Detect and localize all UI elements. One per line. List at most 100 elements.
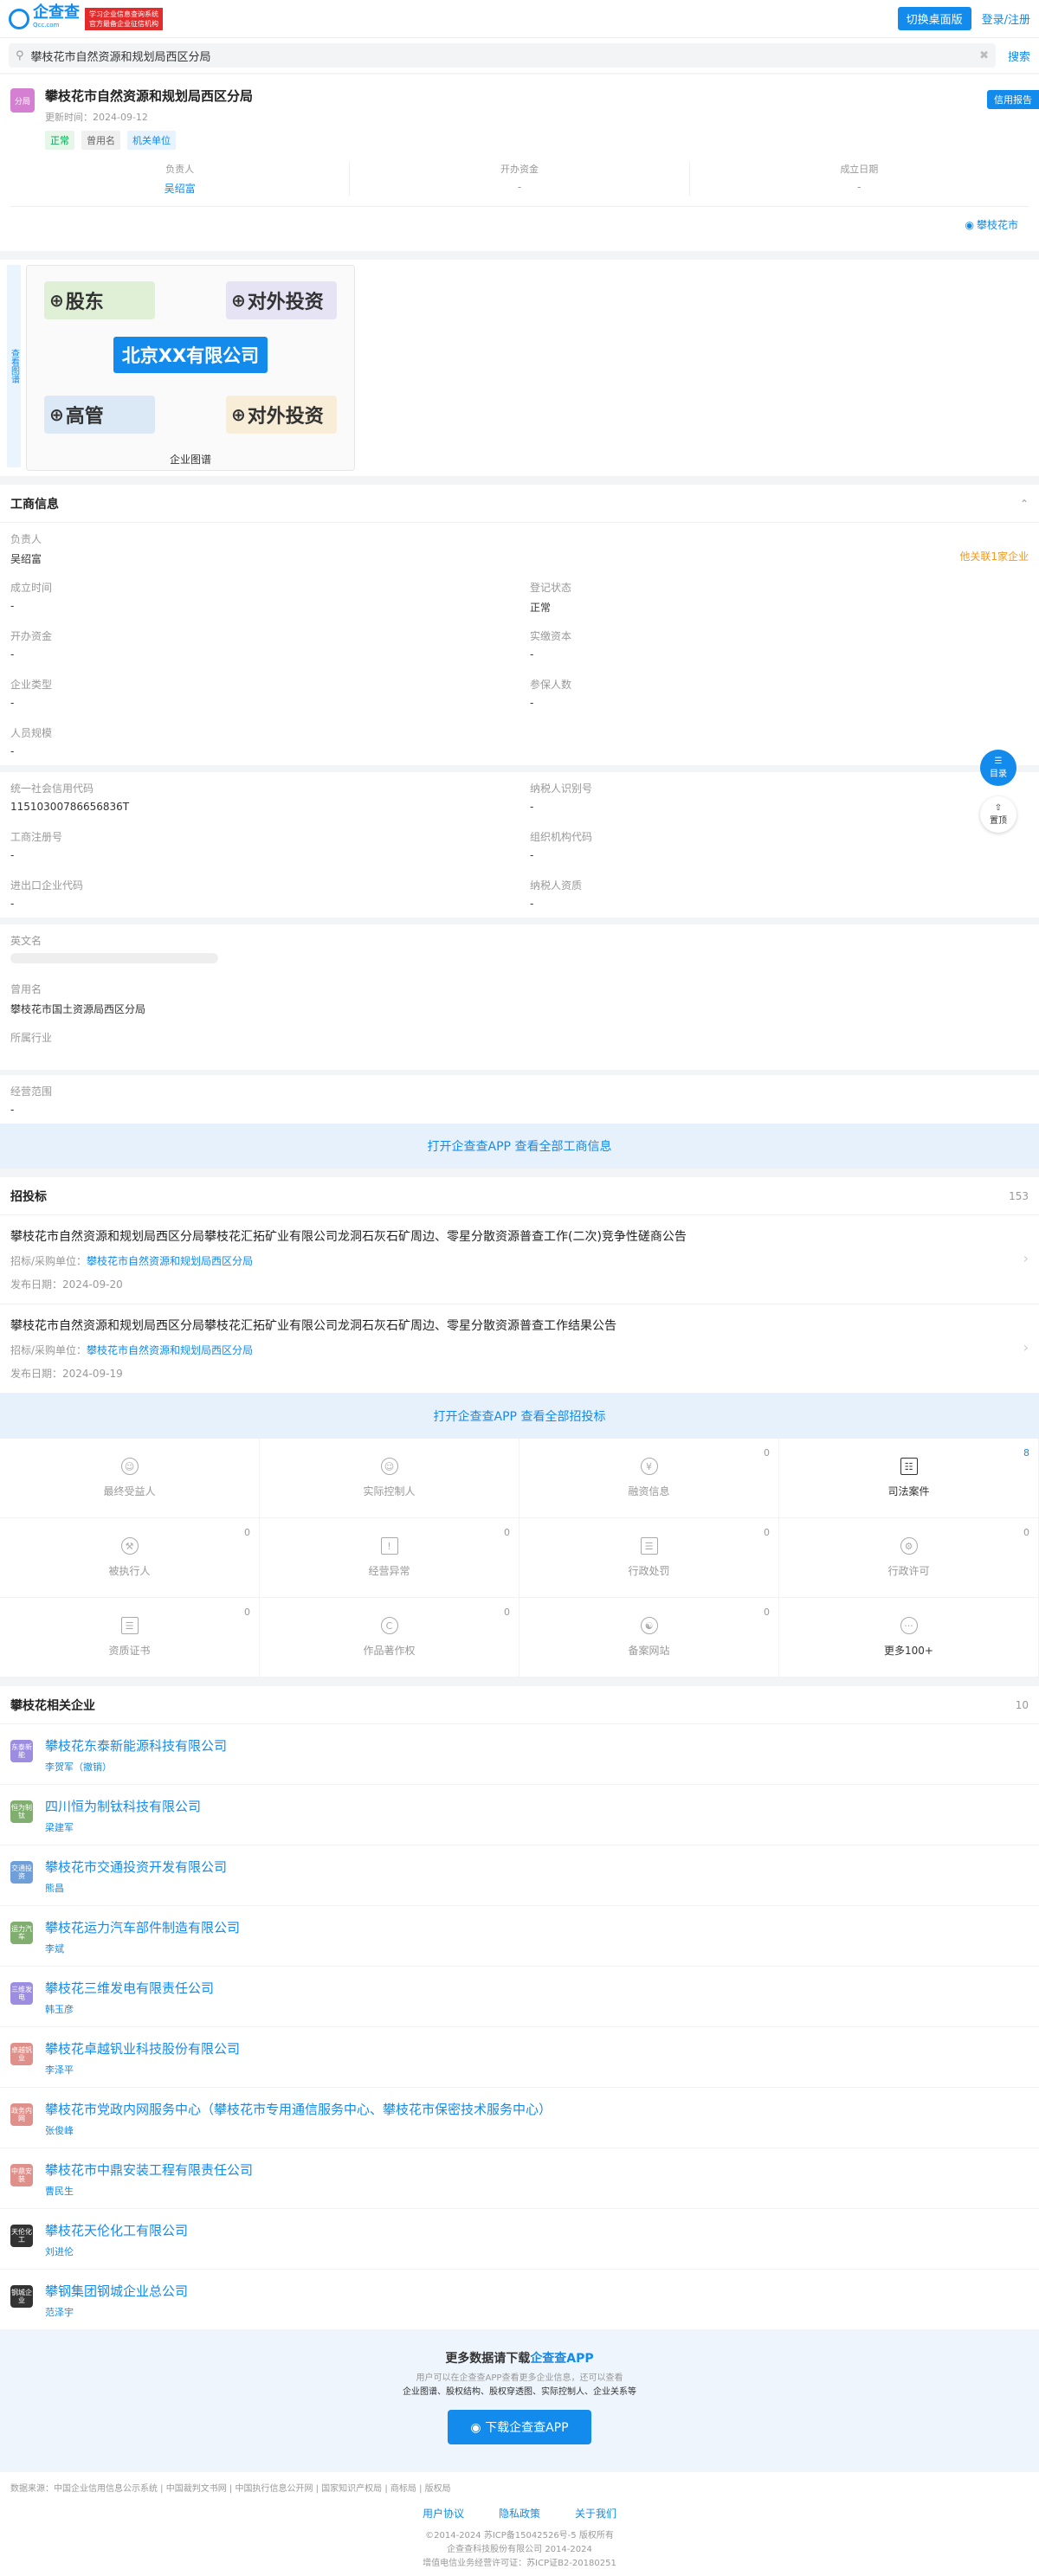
business-info-section: 工商信息 ⌃ 负责人 吴绍富 他关联1家企业 成立时间 - 登记状态 正常 开办资金 - …	[0, 485, 1039, 1169]
related-company-person[interactable]: 韩玉彦	[45, 2002, 214, 2016]
chevron-right-icon: ›	[1023, 1250, 1029, 1266]
copyright-icon: C	[380, 1617, 398, 1634]
related-company-item[interactable]: 政务内网 攀枝花市党政内网服务中心（攀枝花市专用通信服务中心、攀枝花市保密技术服务…	[0, 2088, 1039, 2148]
official-badge: 学习企业信息查询系统 官方最备企业征信机构	[85, 7, 163, 30]
related-company-item[interactable]: 交通投资 攀枝花市交通投资开发有限公司 熊昌	[0, 1845, 1039, 1906]
person-icon: ☺	[120, 1458, 139, 1475]
plus-circle-icon: ⊕	[231, 290, 246, 311]
related-company-name[interactable]: 攀枝花市中鼎安装工程有限责任公司	[45, 2161, 253, 2179]
related-company-name[interactable]: 攀枝花运力汽车部件制造有限公司	[45, 1918, 240, 1936]
related-company-item[interactable]: 天伦化工 攀枝花天伦化工有限公司 刘进伦	[0, 2209, 1039, 2270]
related-company-person[interactable]: 曹民生	[45, 2184, 253, 2198]
open-app-business-button[interactable]: 打开企查查APP 查看全部工商信息	[0, 1124, 1039, 1169]
grid-license[interactable]: ⚙ 行政许可 0	[779, 1518, 1039, 1598]
open-app-bids-button[interactable]: 打开企查查APP 查看全部招投标	[0, 1394, 1039, 1439]
related-company-person[interactable]: 李贺军（撤销）	[45, 1760, 227, 1774]
related-company-name[interactable]: 攀枝花市交通投资开发有限公司	[45, 1858, 227, 1876]
grid-beneficiary[interactable]: ☺ 最终受益人	[0, 1439, 260, 1518]
related-company-item[interactable]: 东泰新能 攀枝花东泰新能源科技有限公司 李贺军（撤销）	[0, 1724, 1039, 1785]
promo-title: 更多数据请下载企查查APP	[445, 2352, 594, 2366]
related-company-name[interactable]: 攀枝花天伦化工有限公司	[45, 2221, 188, 2239]
related-company-person[interactable]: 张俊峰	[45, 2123, 552, 2137]
info-cell: 参保人数 -	[530, 679, 572, 709]
grid-website[interactable]: ☯ 备案网站 0	[520, 1598, 779, 1678]
related-companies-link[interactable]: 他关联1家企业	[959, 549, 1029, 564]
related-company-item[interactable]: 三维发电 攀枝花三维发电有限责任公司 韩玉彦	[0, 1967, 1039, 2027]
related-company-person[interactable]: 梁建军	[45, 1820, 201, 1834]
gavel-icon: ⚒	[120, 1537, 139, 1555]
bid-item[interactable]: 攀枝花市自然资源和规划局西区分局攀枝花汇拓矿业有限公司龙洞石灰石矿周边、零星分散…	[0, 1304, 1039, 1394]
related-company-name[interactable]: 攀枝花东泰新能源科技有限公司	[45, 1736, 227, 1755]
search-button[interactable]: 搜索	[1008, 48, 1030, 64]
search-icon: ⚲	[16, 48, 24, 62]
grid-judicial[interactable]: ☷ 司法案件 8	[779, 1439, 1039, 1518]
bids-header[interactable]: 招投标 153	[0, 1177, 1039, 1215]
related-company-person[interactable]: 刘进伦	[45, 2244, 188, 2258]
login-link[interactable]: 登录/注册	[982, 10, 1030, 27]
grid-abnormal[interactable]: ! 经营异常 0	[260, 1518, 520, 1598]
clear-icon[interactable]: ✖	[979, 49, 989, 62]
search-input[interactable]: ⚲ 攀枝花市自然资源和规划局西区分局 ✖	[9, 43, 996, 68]
credit-report-button[interactable]: 信用报告	[987, 90, 1039, 109]
bids-count: 153	[1009, 1189, 1029, 1202]
grid-more[interactable]: ··· 更多100+	[779, 1598, 1039, 1678]
company-logo: 运力汽车	[10, 1922, 33, 1944]
related-company-item[interactable]: 中鼎安装 攀枝花市中鼎安装工程有限责任公司 曹民生	[0, 2148, 1039, 2209]
info-cell: 实缴资本 -	[530, 630, 572, 660]
toc-button[interactable]: ☰ 目录	[980, 750, 1016, 786]
grid-copyright[interactable]: C 作品著作权 0	[260, 1598, 520, 1678]
related-company-item[interactable]: 卓越钒业 攀枝花卓越钒业科技股份有限公司 李泽平	[0, 2027, 1039, 2088]
copyright-text: ©2014-2024 苏ICP备15042526号-5 版权所有	[425, 2531, 614, 2541]
head-person-link[interactable]: 吴绍富	[10, 551, 1029, 566]
back-to-top-button[interactable]: ⇧ 置顶	[980, 796, 1016, 833]
former-name-cell: 曾用名 攀枝花市国土资源局西区分局	[10, 983, 146, 1015]
english-name-blurred	[10, 953, 218, 963]
bid-item[interactable]: 攀枝花市自然资源和规划局西区分局攀枝花汇拓矿业有限公司龙洞石灰石矿周边、零星分散…	[0, 1215, 1039, 1304]
switch-desktop-button[interactable]: 切换桌面版	[897, 7, 971, 30]
about-link[interactable]: 关于我们	[575, 2506, 616, 2521]
bid-buyer-link[interactable]: 攀枝花市自然资源和规划局西区分局	[87, 1255, 253, 1267]
app-icon: ◉	[470, 2421, 486, 2435]
download-app-button[interactable]: ◉ 下载企查查APP	[448, 2410, 591, 2444]
grid-executed[interactable]: ⚒ 被执行人 0	[0, 1518, 260, 1598]
grid-controller[interactable]: ☺ 实际控制人	[260, 1439, 520, 1518]
info-cell: 纳税人资质 -	[530, 879, 583, 910]
related-company-name[interactable]: 四川恒为制钛科技有限公司	[45, 1797, 201, 1815]
related-company-name[interactable]: 攀钢集团钢城企业总公司	[45, 2282, 188, 2300]
info-cell: 登记状态 正常	[530, 582, 572, 614]
grid-penalty[interactable]: ☰ 行政处罚 0	[520, 1518, 779, 1598]
collapse-icon[interactable]: ⌃	[1020, 498, 1029, 510]
legal-person-link[interactable]: 吴绍富	[10, 181, 349, 196]
related-company-item[interactable]: 恒为制钛 四川恒为制钛科技有限公司 梁建军	[0, 1785, 1039, 1845]
related-company-item[interactable]: 钢城企业 攀钢集团钢城企业总公司 范泽宇	[0, 2270, 1039, 2330]
logo-icon[interactable]	[9, 8, 29, 29]
related-company-item[interactable]: 运力汽车 攀枝花运力汽车部件制造有限公司李斌	[0, 1906, 1039, 1967]
grid-financing[interactable]: ¥ 融资信息 0	[520, 1439, 779, 1518]
bid-buyer-link[interactable]: 攀枝花市自然资源和规划局西区分局	[87, 1344, 253, 1356]
bid-title: 攀枝花市自然资源和规划局西区分局攀枝花汇拓矿业有限公司龙洞石灰石矿周边、零星分散…	[10, 1230, 687, 1244]
enterprise-graph-section: 查看图谱 ⊕ 股东 ⊕ 对外投资 北京XX有限公司 ⊕ 高管 ⊕ 对外投资 企业图谱	[0, 260, 1039, 476]
plus-circle-icon: ⊕	[49, 290, 64, 311]
gear-icon: ⚙	[900, 1537, 918, 1555]
related-company-person[interactable]: 范泽宇	[45, 2305, 188, 2319]
footer: 数据来源：中国企业信用信息公示系统 | 中国裁判文书网 | 中国执行信息公开网 …	[0, 2472, 1039, 2576]
location-link[interactable]: ◉ 攀枝花市	[10, 206, 1029, 242]
promo-desc: 用户可以在企查查APP查看更多企业信息，还可以查看 企业图谱、股权结构、股权穿透图…	[403, 2373, 636, 2397]
related-header[interactable]: 攀枝花相关企业 10	[0, 1686, 1039, 1724]
logo[interactable]: 企查查 Qcc.com	[33, 4, 80, 31]
related-company-person[interactable]: 李斌	[45, 1942, 240, 1955]
related-company-name[interactable]: 攀枝花卓越钒业科技股份有限公司	[45, 2039, 240, 2058]
business-info-header[interactable]: 工商信息 ⌃	[0, 485, 1039, 523]
related-company-name[interactable]: 攀枝花市党政内网服务中心（攀枝花市专用通信服务中心、攀枝花市保密技术服务中心）	[45, 2100, 552, 2118]
related-company-person[interactable]: 熊昌	[45, 1881, 227, 1895]
user-agreement-link[interactable]: 用户协议	[423, 2506, 464, 2521]
view-graph-tab[interactable]: 查看图谱	[7, 265, 21, 467]
former-name-tag[interactable]: 曾用名	[81, 131, 120, 150]
related-company-name[interactable]: 攀枝花三维发电有限责任公司	[45, 1979, 214, 1997]
privacy-link[interactable]: 隐私政策	[499, 2506, 540, 2521]
enterprise-graph-card[interactable]: ⊕ 股东 ⊕ 对外投资 北京XX有限公司 ⊕ 高管 ⊕ 对外投资 企业图谱	[26, 265, 355, 471]
related-company-person[interactable]: 李泽平	[45, 2063, 240, 2077]
grid-certificate[interactable]: ☰ 资质证书 0	[0, 1598, 260, 1678]
bid-title: 攀枝花市自然资源和规划局西区分局攀枝花汇拓矿业有限公司龙洞石灰石矿周边、零星分散…	[10, 1319, 616, 1333]
graph-invest-top: ⊕ 对外投资	[226, 281, 337, 319]
